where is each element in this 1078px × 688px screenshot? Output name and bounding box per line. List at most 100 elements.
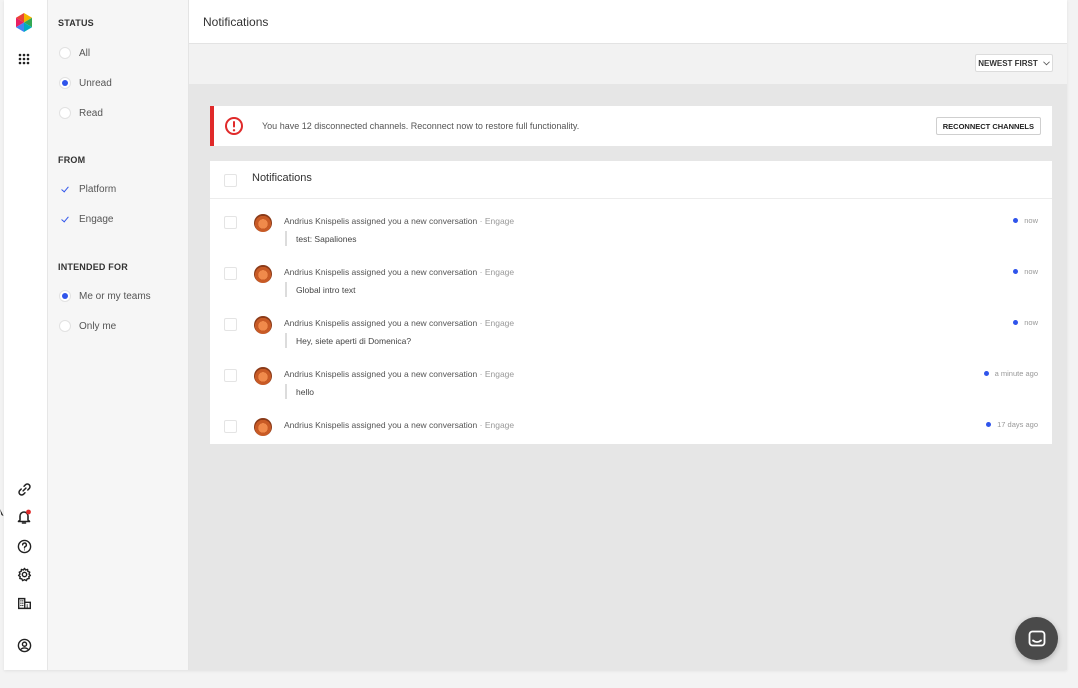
from-option-engage[interactable]: Engage <box>59 211 113 227</box>
radio-all[interactable] <box>59 47 71 59</box>
notification-source: · Engage <box>479 369 515 379</box>
notification-message: Andrius Knispelis assigned you a new con… <box>284 420 478 430</box>
notification-time: 17 days ago <box>986 420 1038 429</box>
row-checkbox[interactable] <box>224 318 237 331</box>
time-label: now <box>1024 267 1038 276</box>
notification-text: Andrius Knispelis assigned you a new con… <box>284 369 514 379</box>
sort-label: NEWEST FIRST <box>978 58 1038 68</box>
avatar <box>254 418 272 436</box>
intended-option-label: Me or my teams <box>79 290 151 302</box>
sort-bar: NEWEST FIRST <box>189 44 1067 84</box>
radio-read[interactable] <box>59 107 71 119</box>
notification-row[interactable]: Andrius Knispelis assigned you a new con… <box>210 204 1052 252</box>
row-checkbox[interactable] <box>224 369 237 382</box>
row-checkbox[interactable] <box>224 216 237 229</box>
notification-quote: Global intro text <box>285 282 356 297</box>
settings-icon[interactable] <box>15 565 33 583</box>
avatar <box>254 367 272 385</box>
status-option-all[interactable]: All <box>59 45 90 61</box>
chat-launcher-button[interactable] <box>1015 617 1058 660</box>
checkbox-platform[interactable] <box>59 183 71 195</box>
from-option-platform[interactable]: Platform <box>59 181 116 197</box>
select-all-checkbox[interactable] <box>224 174 237 187</box>
notification-text: Andrius Knispelis assigned you a new con… <box>284 420 514 430</box>
from-option-label: Engage <box>79 213 114 225</box>
status-option-unread[interactable]: Unread <box>59 75 112 91</box>
notification-row[interactable]: Andrius Knispelis assigned you a new con… <box>210 408 1052 444</box>
time-label: a minute ago <box>994 369 1038 378</box>
notification-time: now <box>1013 216 1038 225</box>
app-logo-icon[interactable] <box>15 12 33 32</box>
from-option-label: Platform <box>79 183 117 195</box>
row-checkbox[interactable] <box>224 267 237 280</box>
bell-icon[interactable] <box>15 508 33 526</box>
notification-text: Andrius Knispelis assigned you a new con… <box>284 318 514 328</box>
app-window: STATUS All Unread Read FROM Platform Eng… <box>4 0 1067 670</box>
intended-option-me-or-teams[interactable]: Me or my teams <box>59 288 151 304</box>
notification-quote: test: Sapaliones <box>285 231 356 246</box>
avatar <box>254 214 272 232</box>
notification-time: now <box>1013 267 1038 276</box>
filter-panel: STATUS All Unread Read FROM Platform Eng… <box>48 0 189 670</box>
notification-row[interactable]: Andrius Knispelis assigned you a new con… <box>210 306 1052 354</box>
list-title: Notifications <box>252 172 312 184</box>
intended-option-only-me[interactable]: Only me <box>59 318 116 334</box>
apps-grid-icon[interactable] <box>15 50 33 68</box>
radio-only-me[interactable] <box>59 320 71 332</box>
radio-me-or-teams[interactable] <box>59 290 71 302</box>
notification-source: · Engage <box>479 267 515 277</box>
time-label: 17 days ago <box>997 420 1038 429</box>
status-option-label: All <box>79 47 91 59</box>
notification-source: · Engage <box>479 318 515 328</box>
icon-rail <box>4 0 48 670</box>
notification-message: Andrius Knispelis assigned you a new con… <box>284 318 478 328</box>
chevron-down-icon <box>1042 60 1050 65</box>
notification-message: Andrius Knispelis assigned you a new con… <box>284 216 478 226</box>
disconnected-channels-alert: You have 12 disconnected channels. Recon… <box>210 106 1052 146</box>
page-header: Notifications <box>189 0 1067 44</box>
notification-message: Andrius Knispelis assigned you a new con… <box>284 369 478 379</box>
alert-message: You have 12 disconnected channels. Recon… <box>262 121 580 131</box>
user-account-icon[interactable] <box>15 636 33 654</box>
notification-quote: hello <box>285 384 314 399</box>
avatar <box>254 265 272 283</box>
status-option-label: Unread <box>79 77 112 89</box>
time-label: now <box>1024 216 1038 225</box>
time-label: now <box>1024 318 1038 327</box>
from-heading: FROM <box>58 155 86 165</box>
unread-dot-icon <box>1013 269 1019 274</box>
notification-source: · Engage <box>479 420 515 430</box>
status-heading: STATUS <box>58 18 94 28</box>
list-header: Notifications <box>210 161 1052 199</box>
reconnect-channels-button[interactable]: RECONNECT CHANNELS <box>935 117 1041 135</box>
chat-icon <box>1028 630 1045 646</box>
alert-icon <box>225 117 243 135</box>
intended-option-label: Only me <box>79 320 117 332</box>
mouse-cursor-icon <box>0 509 4 516</box>
notification-row[interactable]: Andrius Knispelis assigned you a new con… <box>210 255 1052 303</box>
main-content: Notifications NEWEST FIRST You have 12 d… <box>189 0 1067 670</box>
notification-source: · Engage <box>479 216 515 226</box>
notification-text: Andrius Knispelis assigned you a new con… <box>284 216 514 226</box>
radio-unread[interactable] <box>59 77 71 89</box>
unread-dot-icon <box>986 422 992 427</box>
notification-row[interactable]: Andrius Knispelis assigned you a new con… <box>210 357 1052 405</box>
unread-dot-icon <box>1013 218 1019 223</box>
status-option-read[interactable]: Read <box>59 105 103 121</box>
notification-quote: Hey, siete aperti di Domenica? <box>285 333 411 348</box>
building-icon[interactable] <box>15 594 33 612</box>
intended-for-heading: INTENDED FOR <box>58 262 128 272</box>
help-icon[interactable] <box>15 537 33 555</box>
notification-text: Andrius Knispelis assigned you a new con… <box>284 267 514 277</box>
sort-dropdown[interactable]: NEWEST FIRST <box>975 54 1053 72</box>
notifications-list: Notifications Andrius Knispelis assigned… <box>210 161 1052 444</box>
unread-dot-icon <box>983 371 989 376</box>
status-option-label: Read <box>79 107 103 119</box>
row-checkbox[interactable] <box>224 420 237 433</box>
notification-message: Andrius Knispelis assigned you a new con… <box>284 267 478 277</box>
notification-time: a minute ago <box>983 369 1038 378</box>
checkbox-engage[interactable] <box>59 213 71 225</box>
page-title: Notifications <box>203 15 269 29</box>
unread-dot-icon <box>1013 320 1019 325</box>
link-icon[interactable] <box>15 480 33 498</box>
